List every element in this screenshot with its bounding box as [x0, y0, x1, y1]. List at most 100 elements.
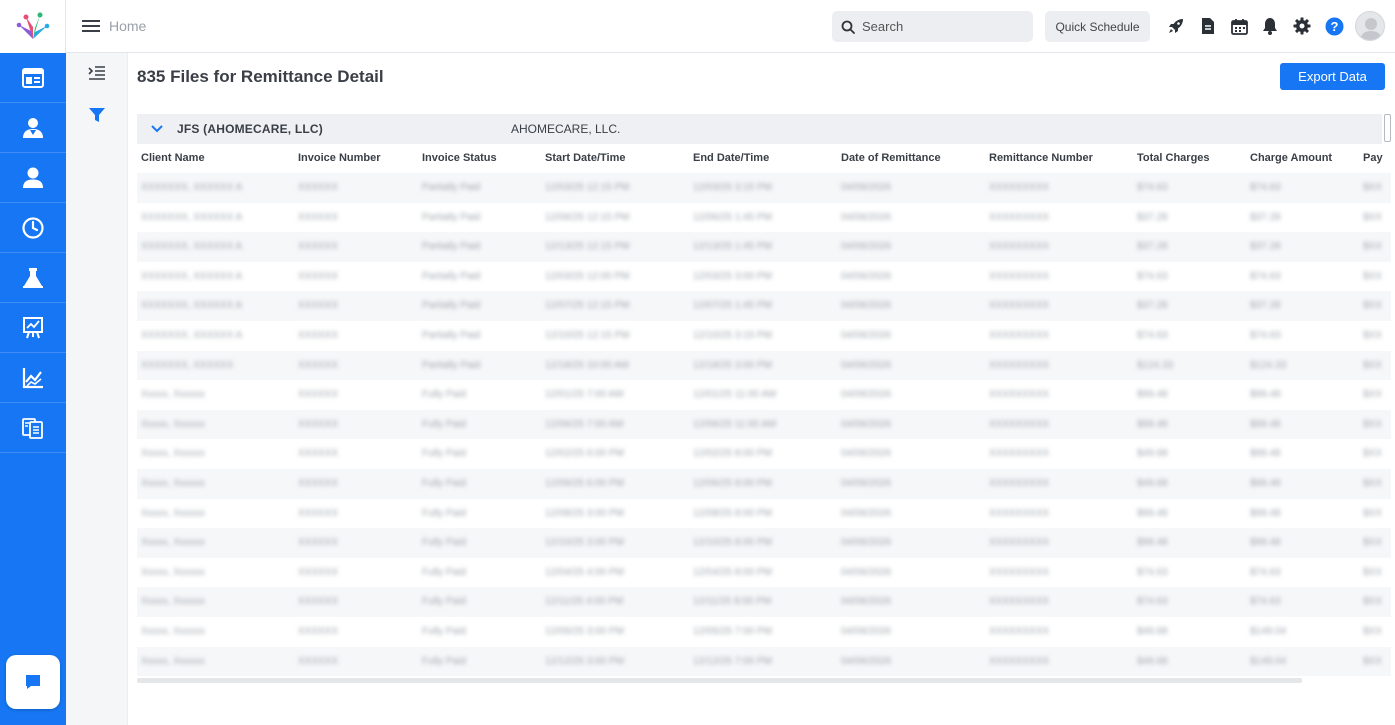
table-cell: Xxxxx, Xxxxxx [141, 566, 205, 578]
table-row[interactable]: Xxxxx, Xxxxxx XXXXXX Fully Paid 12/12/25 3:… [137, 646, 1391, 677]
chat-button[interactable] [6, 655, 60, 709]
column-header[interactable]: Invoice Number [298, 152, 381, 164]
table-row[interactable]: Xxxxx, Xxxxxx XXXXXX Fully Paid 12/06/25 6:… [137, 468, 1391, 499]
nav-billing[interactable] [0, 403, 66, 453]
search-bar[interactable] [832, 11, 1033, 42]
table-cell: Xxxxx, Xxxxxx [141, 507, 205, 519]
table-row[interactable]: XXXXXXX, XXXXXX A XXXXXX Partially Paid 12/… [137, 262, 1391, 292]
column-header[interactable]: Pay [1363, 152, 1383, 164]
table-cell: Fully Paid [422, 448, 466, 460]
notifications-button[interactable] [1260, 16, 1280, 36]
nav-reports[interactable] [0, 353, 66, 403]
table-cell: 04/06/2026 [841, 537, 892, 549]
table-cell: XXXXXX [298, 477, 339, 489]
table-row[interactable]: Xxxxx, Xxxxxx XXXXXX Fully Paid 12/11/25 4:… [137, 587, 1391, 617]
filter-icon[interactable] [88, 107, 106, 123]
table-row[interactable]: XXXXXXX, XXXXXX A XXXXXX Partially Paid 12/… [137, 232, 1391, 262]
hamburger-menu-icon[interactable] [82, 17, 102, 35]
table-cell: XXXXXXX, XXXXXX A [141, 211, 243, 223]
table-cell: 04/06/2026 [841, 418, 892, 430]
filter-side-panel [66, 53, 128, 725]
table-cell: XXXXXXXXX [989, 655, 1050, 667]
table-row[interactable]: XXXXXXX, XXXXXX A XXXXXX Partially Paid 12/… [137, 321, 1391, 351]
table-row[interactable]: Xxxxx, Xxxxxx XXXXXX Fully Paid 12/06/25 7:… [137, 409, 1391, 440]
column-header[interactable]: Remittance Number [989, 152, 1093, 164]
table-cell: $37.28 [1250, 300, 1281, 312]
vertical-scrollbar[interactable] [1384, 114, 1391, 142]
table-row[interactable]: Xxxxx, Xxxxxx XXXXXX Fully Paid 12/10/25 3:… [137, 528, 1391, 558]
table-cell: 04/06/2026 [841, 359, 892, 371]
table-cell: 12/03/25 12:15 PM [545, 182, 630, 193]
app-logo[interactable] [0, 0, 66, 53]
nav-presentation[interactable] [0, 303, 66, 353]
column-header[interactable]: Invoice Status [422, 152, 497, 164]
table-cell: 04/06/2026 [841, 300, 892, 312]
table-cell: $49.68 [1137, 448, 1168, 460]
export-data-button[interactable]: Export Data [1280, 63, 1385, 90]
table-cell: 12/08/25 8:00 PM [693, 507, 772, 519]
table-cell: $74.63 [1250, 566, 1281, 578]
calendar-icon [1230, 18, 1248, 35]
nav-schedule[interactable] [0, 203, 66, 253]
column-header[interactable]: Date of Remittance [841, 152, 941, 164]
table-row[interactable]: Xxxxx, Xxxxxx XXXXXX Fully Paid 12/08/25 3:… [137, 499, 1391, 529]
dashboard-icon [22, 67, 44, 88]
collapse-panel-icon[interactable] [88, 66, 106, 80]
table-row[interactable]: Xxxxx, Xxxxxx XXXXXX Fully Paid 12/02/25 6:… [137, 439, 1391, 469]
table-row[interactable]: Xxxxx, Xxxxxx XXXXXX Fully Paid 12/01/25 7:… [137, 380, 1391, 410]
table-cell: Xxxxx, Xxxxxx [141, 596, 205, 608]
table-cell: $149.04 [1250, 625, 1287, 637]
table-row[interactable]: XXXXXXX, XXXXXX XXXXXX Partially Paid 12/18… [137, 350, 1391, 381]
table-cell: $99.48 [1250, 477, 1281, 489]
search-input[interactable] [862, 19, 1022, 34]
table-cell: $74.63 [1137, 596, 1168, 608]
breadcrumb-home[interactable]: Home [109, 18, 146, 34]
nav-lab[interactable] [0, 253, 66, 303]
group-header-row[interactable]: JFS (AHOMECARE, LLC) AHOMECARE, LLC. [137, 114, 1382, 144]
table-row[interactable]: Xxxxx, Xxxxxx XXXXXX Fully Paid 12/05/25 3:… [137, 617, 1391, 647]
table-cell: XXXXXXXXX [989, 241, 1050, 253]
column-header[interactable]: End Date/Time [693, 152, 769, 164]
table-cell: $XX [1363, 418, 1382, 430]
settings-button[interactable] [1292, 16, 1312, 36]
table-row[interactable]: XXXXXXX, XXXXXX A XXXXXX Partially Paid 12/… [137, 203, 1391, 233]
nav-dashboard[interactable] [0, 53, 66, 103]
table-row[interactable]: XXXXXXX, XXXXXX A XXXXXX Partially Paid 12/… [137, 173, 1391, 203]
table-cell: XXXXXXX, XXXXXX A [141, 300, 243, 312]
table-cell: $XX [1363, 655, 1382, 667]
user-avatar[interactable] [1355, 11, 1385, 41]
column-header[interactable]: Client Name [141, 152, 205, 164]
column-header[interactable]: Start Date/Time [545, 152, 626, 164]
table-cell: 12/03/25 3:15 PM [693, 182, 772, 193]
nav-caregivers[interactable] [0, 103, 66, 153]
table-cell: 12/06/25 8:00 PM [693, 477, 772, 489]
caregiver-icon [23, 117, 43, 138]
nav-clients[interactable] [0, 153, 66, 203]
table-cell: XXXXXX [298, 300, 339, 312]
help-button[interactable]: ? [1324, 16, 1344, 36]
logo-icon [16, 12, 49, 39]
table-cell: XXXXXX [298, 448, 339, 460]
table-cell: $XX [1363, 448, 1382, 460]
chevron-down-icon[interactable] [150, 122, 164, 136]
table-cell: Xxxxx, Xxxxxx [141, 655, 205, 667]
column-header[interactable]: Charge Amount [1250, 152, 1332, 164]
document-button[interactable] [1198, 16, 1218, 36]
left-nav-sidebar [0, 0, 66, 725]
table-row[interactable]: XXXXXXX, XXXXXX A XXXXXX Partially Paid 12/… [137, 291, 1391, 321]
table-cell: XXXXXX [298, 182, 339, 193]
calendar-button[interactable] [1229, 16, 1249, 36]
presentation-board-icon [23, 316, 43, 338]
table-row[interactable]: Xxxxx, Xxxxxx XXXXXX Fully Paid 12/04/25 4:… [137, 558, 1391, 588]
table-cell: Fully Paid [422, 477, 466, 489]
table-cell: Partially Paid [422, 270, 481, 282]
table-cell: $XX [1363, 566, 1382, 578]
table-cell: 12/07/25 1:45 PM [693, 300, 772, 312]
rocket-button[interactable] [1166, 16, 1186, 36]
quick-schedule-button[interactable]: Quick Schedule [1045, 11, 1150, 42]
table-cell: XXXXXX [298, 241, 339, 253]
table-cell: $99.48 [1250, 448, 1281, 460]
documents-icon [22, 417, 43, 439]
column-header[interactable]: Total Charges [1137, 152, 1210, 164]
horizontal-scrollbar[interactable] [137, 678, 1302, 683]
